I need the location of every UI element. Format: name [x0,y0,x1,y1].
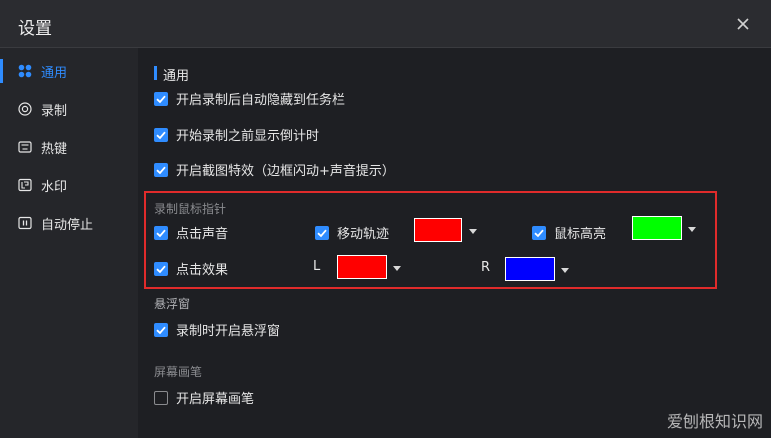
sidebar-item-label: 自动停止 [41,217,94,233]
watermark-icon [18,178,32,192]
option-auto-hide[interactable]: 开启录制后自动隐藏到任务栏 [154,89,345,108]
left-click-color-swatch[interactable] [337,255,387,279]
checkbox-checked-icon[interactable] [154,261,168,276]
section-title-float-window: 悬浮窗 [154,297,191,311]
option-label: 开始录制之前显示倒计时 [176,129,320,144]
checkbox-unchecked-icon[interactable] [154,390,168,405]
option-label: 录制时开启悬浮窗 [176,324,281,339]
option-label: 开启屏幕画笔 [176,392,255,407]
settings-content: 通用 开启录制后自动隐藏到任务栏 开始录制之前显示倒计时 开启截图特效（边框闪动… [138,48,771,438]
left-click-label: L [313,259,321,274]
sidebar-item-record[interactable]: 录制 [0,90,138,128]
sidebar-item-label: 热键 [41,141,68,157]
checkbox-checked-icon[interactable] [154,225,168,240]
checkbox-checked-icon[interactable] [154,127,168,142]
option-label: 开启截图特效（边框闪动+声音提示） [176,164,395,179]
mouse-highlight-color-swatch[interactable] [632,216,682,240]
sidebar: 通用 录制 热键 水印 自动停止 [0,48,138,438]
sidebar-item-auto-stop[interactable]: 自动停止 [0,204,138,242]
settings-window: 设置 通用 录制 热键 水印 自动停止 通用 开启录制后自动隐藏到任务栏 开始录… [0,0,771,438]
chevron-down-icon[interactable] [561,268,569,273]
auto-stop-icon [18,216,32,230]
option-label: 鼠标高亮 [554,227,607,242]
checkbox-checked-icon[interactable] [154,322,168,337]
checkbox-checked-icon[interactable] [315,225,329,240]
option-label: 点击效果 [176,263,229,278]
option-click-sound[interactable]: 点击声音 [154,223,228,242]
grid-icon [18,64,32,78]
section-title-general: 通用 [154,65,189,84]
section-title-mouse-pointer: 录制鼠标指针 [154,202,227,216]
window-title: 设置 [18,19,52,39]
close-icon[interactable] [731,12,755,36]
right-click-label: R [481,260,491,275]
option-screenshot-effect[interactable]: 开启截图特效（边框闪动+声音提示） [154,160,395,179]
checkbox-checked-icon[interactable] [154,91,168,106]
sidebar-item-label: 水印 [41,179,68,195]
record-icon [18,102,32,116]
option-move-track[interactable]: 移动轨迹 [315,223,389,242]
option-countdown[interactable]: 开始录制之前显示倒计时 [154,125,319,144]
watermark-text: 爱刨根知识网 [666,412,763,431]
sidebar-item-watermark[interactable]: 水印 [0,166,138,204]
option-mouse-highlight[interactable]: 鼠标高亮 [532,223,606,242]
chevron-down-icon[interactable] [393,266,401,271]
option-label: 移动轨迹 [337,227,390,242]
sidebar-item-hotkey[interactable]: 热键 [0,128,138,166]
right-click-color-swatch[interactable] [505,257,555,281]
option-click-effect[interactable]: 点击效果 [154,259,228,278]
sidebar-item-label: 通用 [41,65,68,81]
sidebar-item-label: 录制 [41,103,68,119]
keyboard-icon [18,140,32,154]
checkbox-checked-icon[interactable] [154,162,168,177]
sidebar-item-general[interactable]: 通用 [0,52,138,90]
checkbox-checked-icon[interactable] [532,225,546,240]
option-float-window[interactable]: 录制时开启悬浮窗 [154,320,280,339]
chevron-down-icon[interactable] [469,229,477,234]
section-title-screen-pen: 屏幕画笔 [154,365,203,379]
move-track-color-swatch[interactable] [414,218,462,242]
option-label: 点击声音 [176,227,229,242]
option-label: 开启录制后自动隐藏到任务栏 [176,93,346,108]
option-screen-pen[interactable]: 开启屏幕画笔 [154,388,254,407]
chevron-down-icon[interactable] [688,227,696,232]
title-bar: 设置 [0,0,771,48]
